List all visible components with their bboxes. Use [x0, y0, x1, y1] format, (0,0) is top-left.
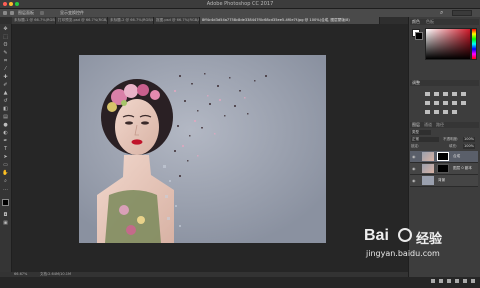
checkbox-icon[interactable]	[40, 11, 44, 15]
marquee-icon[interactable]: ⬚	[2, 34, 9, 40]
adjustments-header: 调整	[410, 80, 479, 86]
opacity-label: 不透明度:	[443, 137, 459, 141]
tab-doc-3[interactable]: 未标题-2 @ 66.7%(RGB/8)	[108, 17, 154, 24]
crop-icon[interactable]: ⌗	[2, 58, 9, 64]
eyedropper-icon[interactable]: ⁄	[2, 66, 9, 72]
healing-icon[interactable]: ✚	[2, 74, 9, 80]
layer-name[interactable]: 背景	[438, 175, 445, 186]
tools-panel: ✥ ⬚ ʘ ✎ ⌗ ⁄ ✚ ✐ ▲ ↺ ◧ ▤ ● ◐ ✒ T ➤ ▭ ✋ ⌕ …	[0, 24, 12, 272]
history-brush-icon[interactable]: ↺	[2, 98, 9, 104]
baidu-jingyan-watermark: Bai 经验 jingyan.baidu.com	[358, 225, 478, 273]
path-select-icon[interactable]: ➤	[2, 154, 9, 160]
color-panel-header: 颜色 色板	[410, 19, 479, 25]
lock-label: 锁定:	[411, 144, 420, 148]
layer-thumbnail	[422, 152, 434, 161]
more-tools-icon[interactable]: …	[2, 186, 9, 192]
opacity-value[interactable]: 100%	[463, 137, 476, 142]
fill-value[interactable]: 100%	[463, 144, 476, 149]
layers-panel-header: 图层 通道 路径	[410, 122, 479, 128]
tab-channels[interactable]: 通道	[424, 122, 432, 128]
layer-action-icons[interactable]	[411, 278, 477, 284]
eraser-icon[interactable]: ◧	[2, 106, 9, 112]
move-tool-icon[interactable]	[10, 11, 14, 15]
layer-name[interactable]: 合成	[453, 151, 460, 162]
blur-icon[interactable]: ●	[2, 122, 9, 128]
search-icon[interactable]: ⌕	[440, 10, 446, 16]
option-item-3[interactable]: 显示变换控件	[60, 9, 84, 17]
zoom-icon[interactable]: ⌕	[2, 178, 9, 184]
layer-row[interactable]: ◉ 图层 0 副本	[410, 163, 478, 175]
quick-mask-icon[interactable]: ◘	[2, 212, 9, 218]
home-icon[interactable]	[3, 11, 7, 15]
tab-swatches[interactable]: 色板	[426, 19, 434, 25]
quick-select-icon[interactable]: ✎	[2, 50, 9, 56]
layer-thumbnail	[422, 176, 434, 185]
layer-row[interactable]: ◉ 合成	[410, 151, 478, 163]
hand-icon[interactable]: ✋	[2, 170, 9, 176]
hue-slider[interactable]	[471, 28, 477, 60]
lasso-icon[interactable]: ʘ	[2, 42, 9, 48]
blend-mode-select[interactable]: 正常	[411, 137, 439, 142]
status-bar: 66.67% 文档:2.64M/10.1M	[0, 272, 408, 277]
visibility-eye-icon[interactable]: ◉	[412, 166, 417, 171]
adjustment-icons[interactable]	[423, 90, 473, 118]
pen-icon[interactable]: ✒	[2, 138, 9, 144]
window-title: Adobe Photoshop CC 2017	[206, 1, 274, 7]
layer-thumbnail	[422, 164, 434, 173]
layer-row[interactable]: ◉ 背景	[410, 175, 478, 187]
stamp-icon[interactable]: ▲	[2, 90, 9, 96]
tab-adjustments[interactable]: 调整	[412, 80, 420, 86]
shape-icon[interactable]: ▭	[2, 162, 9, 168]
title-bar: Adobe Photoshop CC 2017	[0, 0, 480, 9]
option-item-1[interactable]: 图层面板	[18, 9, 34, 17]
dodge-icon[interactable]: ◐	[2, 130, 9, 136]
tab-doc-2[interactable]: 打印预览.psd @ 66.7%(RGB/8)	[56, 17, 108, 24]
layer-mask-thumbnail[interactable]	[437, 164, 449, 173]
align-buttons	[95, 11, 205, 26]
document-image[interactable]	[79, 55, 326, 243]
watermark-url: jingyan.baidu.com	[366, 249, 440, 258]
gradient-icon[interactable]: ▤	[2, 114, 9, 120]
color-bg-swatch[interactable]	[415, 32, 423, 40]
document-tabs: 未标题-1 @ 66.7%(RGB/8) 打印预览.psd @ 66.7%(RG…	[0, 17, 408, 24]
color-picker-field[interactable]	[425, 28, 471, 60]
fill-label: 填充:	[449, 144, 458, 148]
paw-icon	[398, 228, 412, 242]
workspace-switcher[interactable]	[452, 10, 472, 16]
options-bar: 图层面板 显示变换控件 ⌕	[0, 9, 480, 26]
type-icon[interactable]: T	[2, 146, 9, 152]
tab-doc-1[interactable]: 未标题-1 @ 66.7%(RGB/8)	[12, 17, 56, 24]
tab-doc-active[interactable]: 8ff4c4d3d54a7758c8de338447f0c68cd35ee5-4…	[200, 17, 380, 24]
brush-icon[interactable]: ✐	[2, 82, 9, 88]
tab-color[interactable]: 颜色	[412, 19, 420, 25]
doc-size-readout: 文档:2.64M/10.1M	[40, 272, 71, 276]
tab-layers[interactable]: 图层	[412, 122, 420, 128]
layer-mask-thumbnail[interactable]	[437, 152, 449, 161]
visibility-eye-icon[interactable]: ◉	[412, 154, 417, 159]
visibility-eye-icon[interactable]: ◉	[412, 178, 417, 183]
layer-name[interactable]: 图层 0 副本	[453, 163, 472, 174]
tab-paths[interactable]: 路径	[436, 122, 444, 128]
watermark-brand: Bai	[364, 227, 389, 244]
watermark-brand-suffix: 经验	[416, 232, 443, 247]
foreground-color-swatch[interactable]	[2, 199, 9, 206]
tab-doc-4[interactable]: 抠图.psd @ 66.7%(RGB/8)	[154, 17, 200, 24]
screen-mode-icon[interactable]: ▣	[2, 220, 9, 226]
zoom-readout[interactable]: 66.67%	[14, 272, 27, 277]
move-icon[interactable]: ✥	[2, 26, 9, 32]
adjustment-icon-grid[interactable]	[423, 90, 473, 118]
portrait-artwork	[79, 55, 326, 243]
layer-filter-kind[interactable]: 类型	[411, 130, 431, 135]
